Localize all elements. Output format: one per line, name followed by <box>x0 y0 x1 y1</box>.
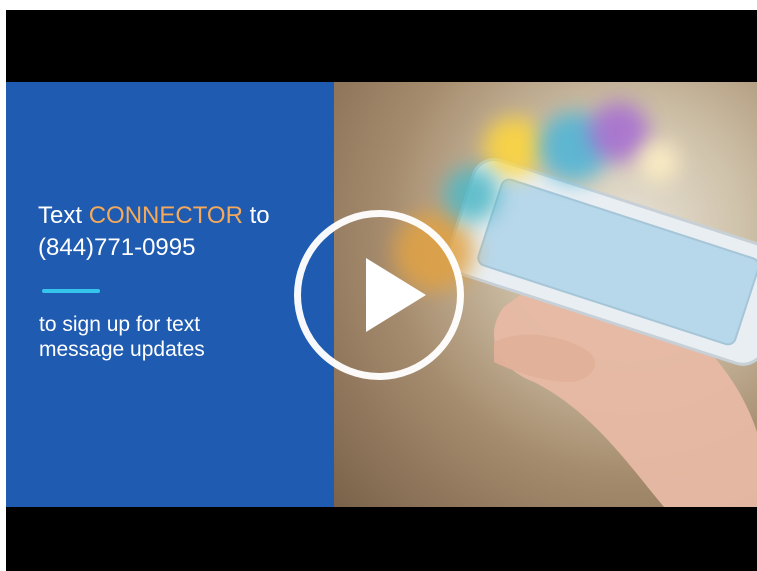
headline-suffix: to <box>242 202 270 229</box>
play-button[interactable] <box>294 210 464 380</box>
promo-panel <box>6 82 334 507</box>
bokeh-light <box>639 142 679 182</box>
keyword: CONNECTOR <box>88 202 243 229</box>
subline-line-1: to sign up for text <box>39 313 201 336</box>
divider <box>42 289 100 293</box>
bokeh-light <box>484 117 544 177</box>
phone-number: (844)771-0995 <box>38 234 196 261</box>
headline: Text CONNECTOR to <box>38 202 328 230</box>
play-icon <box>366 258 426 332</box>
subline-line-2: message updates <box>39 338 205 361</box>
headline-prefix: Text <box>38 202 89 229</box>
video-player[interactable]: Text CONNECTOR to (844)771-0995 to sign … <box>6 10 757 571</box>
subline: to sign up for text message updates <box>39 312 309 362</box>
